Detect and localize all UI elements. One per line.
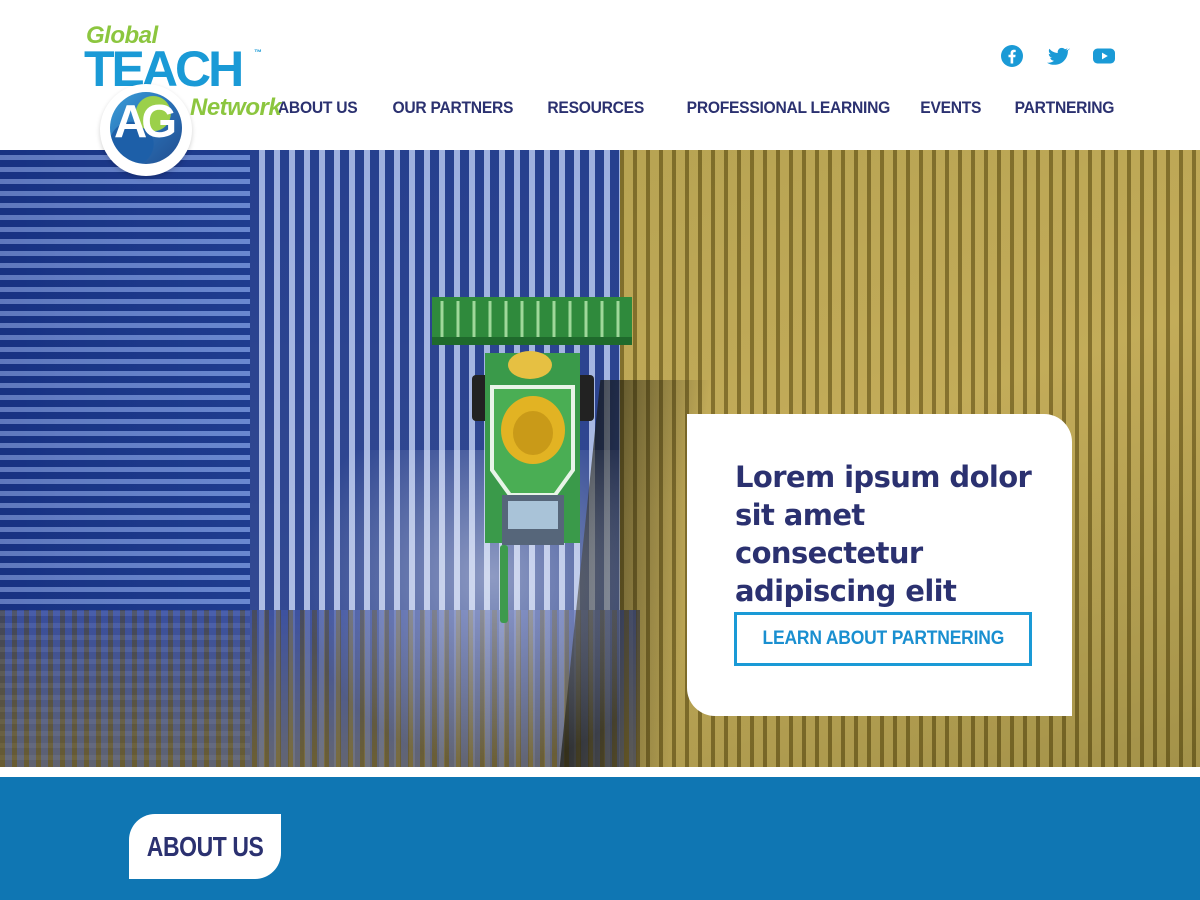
nav-item-partnering[interactable]: PARTNERING [1015, 98, 1115, 118]
global-teach-ag-logo[interactable]: Global TEACH ™ AG Network [84, 22, 294, 182]
site-header: Global TEACH ™ AG Network ABOUT US OUR P… [0, 0, 1200, 176]
facebook-icon[interactable] [1000, 44, 1024, 68]
nav-item-events[interactable]: EVENTS [920, 98, 981, 118]
logo-trademark: ™ [254, 48, 262, 57]
hero-heading: Lorem ipsum dolor sit amet consectetur a… [735, 460, 1032, 608]
learn-about-partnering-button[interactable]: LEARN ABOUT PARTNERING [734, 612, 1032, 666]
about-section: ABOUT US [0, 777, 1200, 900]
combine-harvester-image [432, 297, 632, 623]
hero-section: Lorem ipsum dolor sit amet consectetur a… [0, 150, 1200, 767]
nav-item-professional-learning[interactable]: PROFESSIONAL LEARNING [686, 98, 890, 118]
logo-badge: AG [100, 84, 192, 176]
hero-card: Lorem ipsum dolor sit amet consectetur a… [687, 414, 1072, 716]
logo-word-network: Network [190, 94, 282, 121]
logo-badge-letters: AG [114, 95, 177, 147]
twitter-icon[interactable] [1046, 44, 1070, 68]
nav-item-our-partners[interactable]: OUR PARTNERS [393, 98, 514, 118]
about-us-tab: ABOUT US [129, 814, 281, 879]
hero-button-label: LEARN ABOUT PARTNERING [762, 628, 1004, 649]
social-links [1000, 44, 1116, 68]
about-us-heading: ABOUT US [146, 830, 264, 862]
main-nav: ABOUT US OUR PARTNERS RESOURCES PROFESSI… [271, 98, 1114, 118]
youtube-icon[interactable] [1092, 44, 1116, 68]
nav-item-resources[interactable]: RESOURCES [547, 98, 644, 118]
